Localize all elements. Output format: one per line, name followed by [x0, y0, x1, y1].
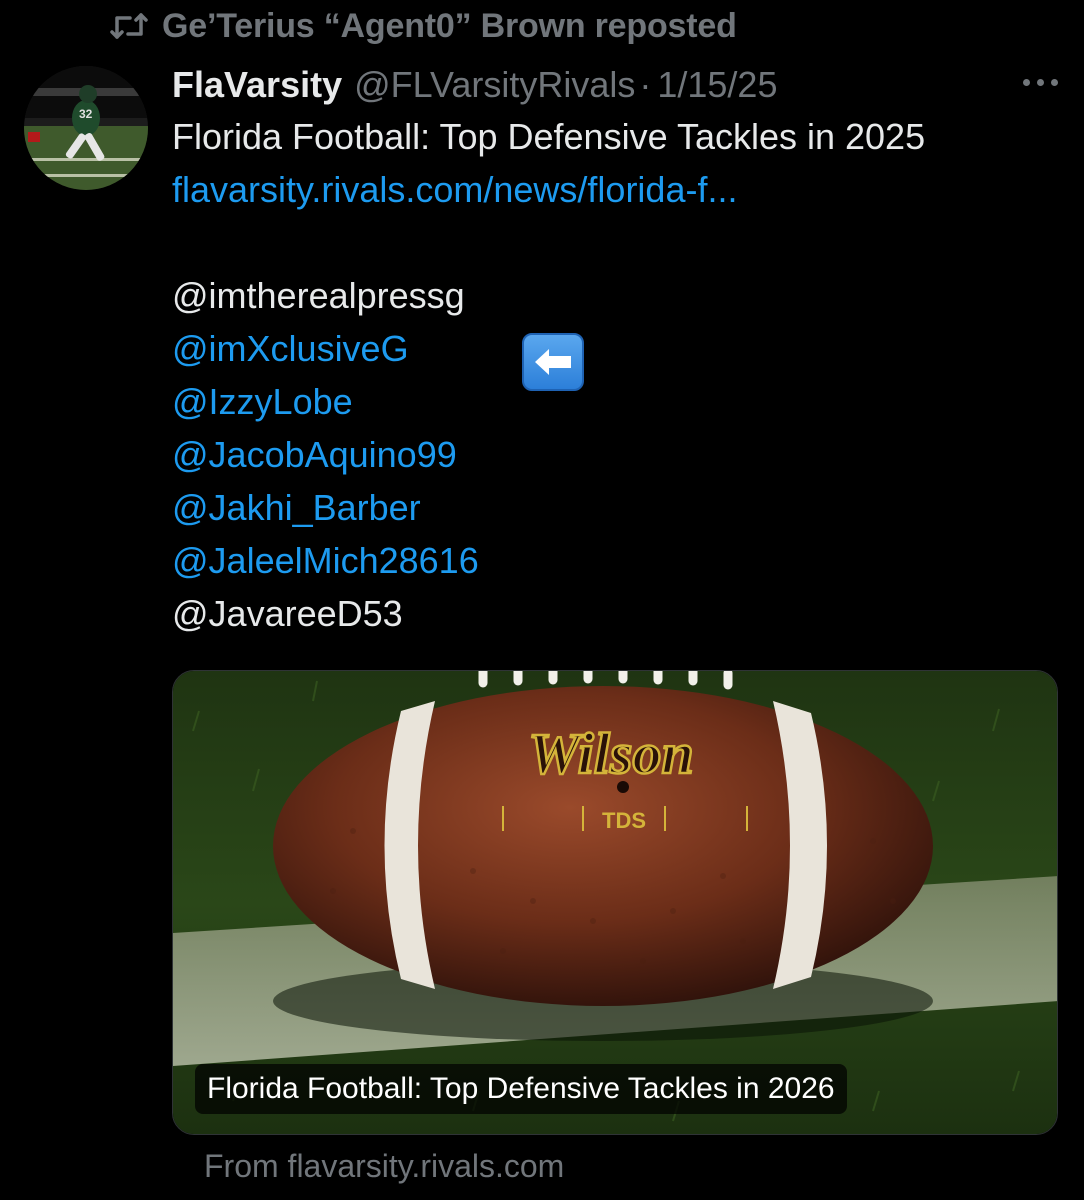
article-link[interactable]: flavarsity.rivals.com/news/florida-f... [172, 163, 1062, 216]
avatar[interactable]: 32 [24, 66, 148, 190]
mention-link[interactable]: @IzzyLobe [172, 375, 1062, 428]
more-options-icon[interactable] [1023, 70, 1058, 94]
repost-text: Ge’Terius “Agent0” Brown reposted [162, 6, 737, 45]
repost-indicator[interactable]: Ge’Terius “Agent0” Brown reposted [110, 2, 737, 50]
mention-link[interactable]: @JacobAquino99 [172, 428, 1062, 481]
left-arrow-emoji [522, 333, 584, 391]
tweet-header: FlaVarsity @FLVarsityRivals · 1/15/25 [172, 60, 777, 110]
tweet-title-line: Florida Football: Top Defensive Tackles … [172, 116, 926, 157]
ball-brand: Wilson [528, 721, 693, 786]
tweet-text: Florida Football: Top Defensive Tackles … [172, 110, 1062, 640]
mention-plain: @JavareeD53 [172, 593, 403, 634]
link-preview-card[interactable]: Wilson TDS Florida Football: Top Defensi… [172, 670, 1058, 1135]
mention-plain: @imtherealpressg [172, 275, 465, 316]
svg-text:32: 32 [79, 107, 93, 121]
tweet-date[interactable]: 1/15/25 [657, 64, 777, 106]
mention-link[interactable]: @imXclusiveG [172, 322, 1062, 375]
card-caption: Florida Football: Top Defensive Tackles … [195, 1064, 847, 1114]
mention-link[interactable]: @JaleelMich28616 [172, 534, 1062, 587]
card-source[interactable]: From flavarsity.rivals.com [204, 1148, 564, 1185]
mention-link[interactable]: @Jakhi_Barber [172, 481, 1062, 534]
display-name[interactable]: FlaVarsity [172, 64, 342, 106]
separator-dot: · [639, 64, 652, 105]
user-handle[interactable]: @FLVarsityRivals [354, 64, 635, 106]
ball-model: TDS [602, 808, 646, 833]
retweet-icon [110, 11, 148, 41]
